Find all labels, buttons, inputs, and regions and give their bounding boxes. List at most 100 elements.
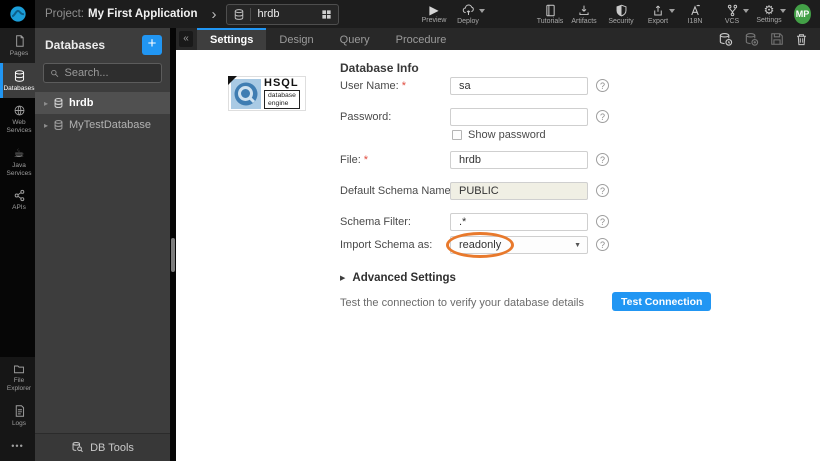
add-database-button[interactable]: + xyxy=(142,35,162,55)
save-icon[interactable] xyxy=(770,32,784,46)
security-button[interactable]: Security xyxy=(604,0,638,28)
left-nav-sidebar: Pages Databases Web Services ☕ Java Serv… xyxy=(0,28,35,461)
database-icon xyxy=(233,8,245,21)
sidebar-item-apis[interactable]: APIs xyxy=(0,183,35,217)
delete-icon[interactable] xyxy=(795,32,808,47)
tree-item-hrdb[interactable]: ▸ hrdb xyxy=(35,92,170,114)
folder-icon xyxy=(12,363,26,375)
sidebar-item-java-services[interactable]: ☕ Java Services xyxy=(0,141,35,183)
api-connector-icon xyxy=(13,189,26,202)
hsql-logo-text: HSQL database engine xyxy=(264,78,300,110)
username-label: User Name:* xyxy=(340,80,406,92)
advanced-settings-toggle[interactable]: ▶ Advanced Settings xyxy=(340,269,800,287)
gear-icon: ⚙ xyxy=(764,4,775,16)
nav-group-top: Pages Databases xyxy=(0,28,35,98)
caret-down-icon[interactable] xyxy=(669,9,675,13)
tab-design[interactable]: Design xyxy=(266,28,326,50)
sidebar-item-databases[interactable]: Databases xyxy=(0,63,35,98)
default-schema-row: Default Schema Name:* ? xyxy=(340,182,800,200)
tree-item-label: hrdb xyxy=(69,97,93,109)
panel-scrollbar-thumb[interactable] xyxy=(171,238,175,272)
username-input[interactable] xyxy=(450,77,588,95)
required-mark: * xyxy=(402,80,406,92)
required-mark: * xyxy=(364,154,368,166)
password-input[interactable] xyxy=(450,108,588,126)
help-icon[interactable]: ? xyxy=(596,238,609,251)
branch-icon xyxy=(726,4,739,17)
i18n-button[interactable]: I18N xyxy=(678,0,712,28)
export-icon xyxy=(651,4,665,17)
more-options-icon[interactable]: ••• xyxy=(0,433,35,461)
caret-down-icon[interactable] xyxy=(780,9,786,13)
import-schema-label: Import Schema as: xyxy=(340,239,432,251)
test-connection-row: Test the connection to verify your datab… xyxy=(340,292,800,312)
artifacts-button[interactable]: Artifacts xyxy=(567,0,601,28)
chevron-right-icon: › xyxy=(211,7,216,22)
download-icon xyxy=(577,4,591,17)
divider xyxy=(250,8,251,21)
settings-button[interactable]: ⚙ Settings xyxy=(752,0,786,28)
file-label: File:* xyxy=(340,154,368,166)
show-password-checkbox[interactable] xyxy=(452,130,462,140)
search-input[interactable] xyxy=(64,67,155,79)
export-database-icon[interactable] xyxy=(744,32,759,47)
tab-procedure[interactable]: Procedure xyxy=(383,28,460,50)
reimport-database-icon[interactable] xyxy=(718,32,733,47)
databases-panel: Databases + ▸ hrdb ▸ MyTestDatabase DB T… xyxy=(35,28,170,461)
db-tools-button[interactable]: DB Tools xyxy=(35,433,170,461)
top-bar: Project:My First Application › hrdb ▶ Pr… xyxy=(0,0,820,28)
caret-down-icon[interactable] xyxy=(743,9,749,13)
annotation-ellipse xyxy=(446,232,514,258)
schema-filter-row: Schema Filter: ? xyxy=(340,213,800,231)
help-icon[interactable]: ? xyxy=(596,110,609,123)
sidebar-item-file-explorer[interactable]: File Explorer xyxy=(0,357,35,398)
tab-query[interactable]: Query xyxy=(327,28,383,50)
preview-button[interactable]: ▶ Preview xyxy=(417,0,451,28)
default-schema-input xyxy=(450,182,588,200)
database-tab-label: hrdb xyxy=(257,8,321,20)
editor-tab-bar: « Settings Design Query Procedure xyxy=(176,28,820,50)
test-connection-button[interactable]: Test Connection xyxy=(612,292,711,311)
file-input[interactable] xyxy=(450,151,588,169)
database-icon xyxy=(53,97,64,109)
panel-title: Databases xyxy=(45,38,105,52)
tree-caret-icon[interactable]: ▸ xyxy=(44,121,48,130)
help-icon[interactable]: ? xyxy=(596,184,609,197)
advanced-settings-label: Advanced Settings xyxy=(352,272,456,284)
sidebar-item-logs[interactable]: Logs xyxy=(0,398,35,433)
password-label: Password: xyxy=(340,111,391,123)
caret-down-icon[interactable] xyxy=(479,9,485,13)
grid-icon[interactable] xyxy=(321,9,332,20)
user-avatar[interactable]: MP xyxy=(794,4,811,24)
help-icon[interactable]: ? xyxy=(596,215,609,228)
wavemaker-logo[interactable] xyxy=(0,0,35,28)
test-connection-hint: Test the connection to verify your datab… xyxy=(340,297,584,309)
database-icon xyxy=(13,69,26,83)
show-password-row: Show password xyxy=(340,129,800,141)
deploy-button[interactable]: Deploy xyxy=(451,0,485,28)
sidebar-item-pages[interactable]: Pages xyxy=(0,28,35,63)
username-row: User Name:* ? xyxy=(340,77,800,95)
tab-settings[interactable]: Settings xyxy=(197,28,266,50)
nav-group-mid: Web Services ☕ Java Services APIs xyxy=(0,98,35,217)
database-tab-hrdb[interactable]: hrdb xyxy=(226,4,339,25)
export-button[interactable]: Export xyxy=(641,0,675,28)
tree-item-mytestdatabase[interactable]: ▸ MyTestDatabase xyxy=(35,114,170,136)
log-file-icon xyxy=(13,404,26,418)
help-icon[interactable]: ? xyxy=(596,153,609,166)
collapse-panel-button[interactable]: « xyxy=(179,31,193,47)
play-icon: ▶ xyxy=(429,4,438,16)
sidebar-item-web-services[interactable]: Web Services xyxy=(0,98,35,140)
project-breadcrumb[interactable]: Project:My First Application xyxy=(45,8,197,20)
page-icon xyxy=(13,34,26,48)
language-icon xyxy=(688,4,702,17)
schema-filter-input[interactable] xyxy=(450,213,588,231)
tutorials-button[interactable]: Tutorials xyxy=(533,0,567,28)
hsql-q-icon xyxy=(231,79,261,109)
tree-caret-icon[interactable]: ▸ xyxy=(44,99,48,108)
nav-spacer xyxy=(0,217,35,357)
schema-filter-label: Schema Filter: xyxy=(340,216,411,228)
database-search xyxy=(43,63,162,83)
vcs-button[interactable]: VCS xyxy=(715,0,749,28)
help-icon[interactable]: ? xyxy=(596,79,609,92)
